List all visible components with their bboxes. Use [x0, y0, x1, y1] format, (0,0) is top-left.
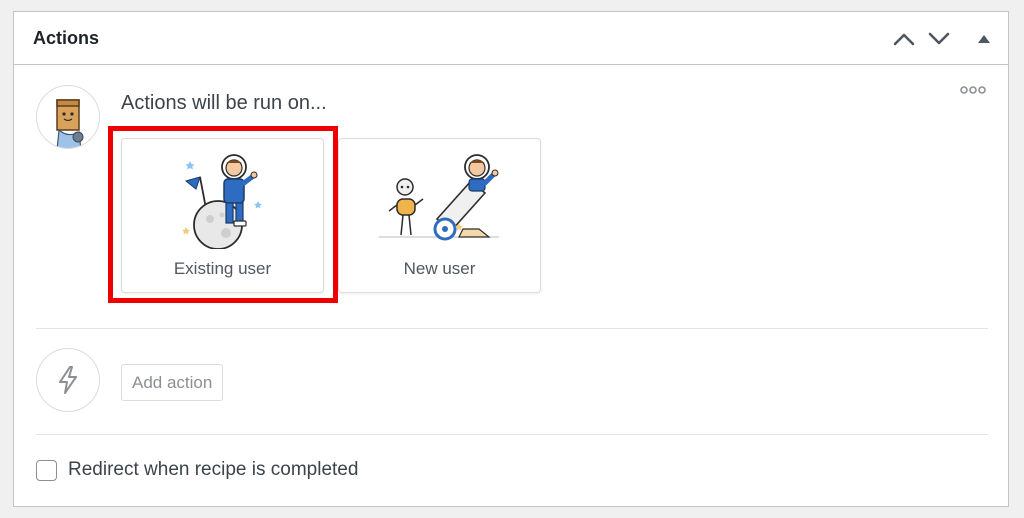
toggle-panel-button[interactable]	[969, 24, 999, 54]
ellipsis-icon	[960, 86, 986, 94]
bot-avatar-icon	[56, 99, 84, 148]
bot-avatar	[36, 85, 100, 149]
astronaut-cannon-robot-icon	[379, 154, 499, 241]
new-user-label: New user	[403, 259, 476, 278]
move-up-button[interactable]	[889, 24, 919, 54]
redirect-row[interactable]: Redirect when recipe is completed	[36, 459, 358, 481]
bolt-icon	[59, 366, 77, 394]
new-user-card[interactable]: New user	[338, 138, 541, 293]
add-action-circle[interactable]	[36, 348, 100, 412]
redirect-checkbox[interactable]	[36, 459, 57, 481]
chevron-up-icon	[893, 33, 915, 46]
more-options-button[interactable]	[958, 82, 988, 98]
triangle-up-icon	[978, 35, 990, 43]
add-action-button[interactable]: Add action	[121, 364, 224, 401]
existing-user-card[interactable]: Existing user	[121, 138, 324, 293]
run-on-heading: Actions will be run on...	[121, 92, 327, 114]
divider	[36, 328, 988, 329]
redirect-label[interactable]: Redirect when recipe is completed	[68, 459, 358, 481]
existing-user-label: Existing user	[173, 259, 272, 278]
panel-header: Actions	[14, 12, 1008, 65]
actions-panel: Actions Actions will be run on... Existi…	[13, 11, 1009, 507]
astronaut-on-moon-icon	[182, 154, 262, 249]
chevron-down-icon	[928, 32, 950, 45]
divider	[36, 434, 988, 435]
move-down-button[interactable]	[924, 24, 954, 54]
panel-title: Actions	[33, 28, 100, 48]
